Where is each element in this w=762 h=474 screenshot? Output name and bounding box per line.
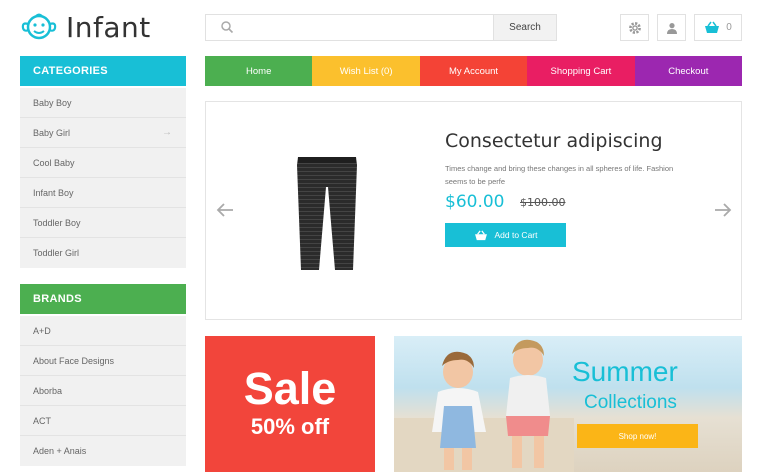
- category-item[interactable]: Baby Boy: [20, 88, 186, 118]
- summer-subtitle: Collections: [584, 392, 677, 413]
- settings-button[interactable]: [620, 14, 649, 41]
- sale-banner[interactable]: Sale 50% off: [205, 336, 375, 472]
- add-to-cart-label: Add to Cart: [494, 230, 538, 240]
- product-old-price: $100.00: [520, 196, 566, 209]
- shop-now-button[interactable]: Shop now!: [577, 424, 698, 448]
- product-slider: Consectetur adipiscing Times change and …: [205, 101, 742, 320]
- account-button[interactable]: [657, 14, 686, 41]
- search-input[interactable]: [240, 15, 494, 42]
- brand-item[interactable]: ACT: [20, 406, 186, 436]
- categories-heading: CATEGORIES: [20, 56, 186, 86]
- cart-button[interactable]: 0: [694, 14, 742, 41]
- cart-count: 0: [726, 22, 732, 33]
- tab-shopping-cart[interactable]: Shopping Cart: [527, 56, 635, 86]
- arrow-right-icon: →: [162, 127, 172, 138]
- product-description: Times change and bring these changes in …: [445, 164, 674, 186]
- category-item[interactable]: Baby Girl →: [20, 118, 186, 148]
- basket-icon: [705, 21, 720, 33]
- category-item[interactable]: Toddler Girl: [20, 238, 186, 268]
- summer-collections-banner[interactable]: Summer Collections Shop now!: [394, 336, 742, 472]
- user-icon: [666, 22, 677, 34]
- category-item[interactable]: Toddler Boy: [20, 208, 186, 238]
- product-title[interactable]: Consectetur adipiscing: [445, 130, 663, 152]
- baby-face-icon: [21, 13, 57, 40]
- brand-item[interactable]: Aborba: [20, 376, 186, 406]
- arrow-right-icon[interactable]: [714, 202, 732, 218]
- product-price: $60.00: [445, 192, 505, 212]
- tab-home[interactable]: Home: [205, 56, 313, 86]
- search-icon: [221, 21, 234, 34]
- category-item[interactable]: Infant Boy: [20, 178, 186, 208]
- search-button[interactable]: Search: [493, 15, 556, 40]
- tab-wish-list[interactable]: Wish List (0): [312, 56, 420, 86]
- tab-checkout[interactable]: Checkout: [634, 56, 743, 86]
- basket-icon: [474, 229, 487, 240]
- brand-item[interactable]: A+D: [20, 316, 186, 346]
- logo[interactable]: Infant: [20, 10, 151, 44]
- arrow-left-icon[interactable]: [216, 202, 234, 218]
- category-item[interactable]: Cool Baby: [20, 148, 186, 178]
- add-to-cart-button[interactable]: Add to Cart: [445, 223, 566, 247]
- tab-my-account[interactable]: My Account: [419, 56, 528, 86]
- search-bar: Search: [205, 14, 557, 42]
- sale-subtitle: 50% off: [250, 414, 330, 439]
- sale-title: Sale: [243, 363, 337, 414]
- brands-list: A+D About Face Designs Aborba ACT Aden +…: [20, 316, 186, 466]
- product-image[interactable]: [295, 155, 359, 271]
- brand-item[interactable]: Aden + Anais: [20, 436, 186, 466]
- brand-item[interactable]: About Face Designs: [20, 346, 186, 376]
- brands-heading: BRANDS: [20, 284, 186, 314]
- categories-list: Baby Boy Baby Girl → Cool Baby Infant Boy…: [20, 88, 186, 268]
- logo-text: Infant: [66, 10, 151, 44]
- kids-on-beach-image: [394, 339, 574, 472]
- gear-icon: [628, 21, 641, 34]
- main-nav: Home Wish List (0) My Account Shopping C…: [205, 56, 743, 86]
- summer-title: Summer: [572, 356, 678, 387]
